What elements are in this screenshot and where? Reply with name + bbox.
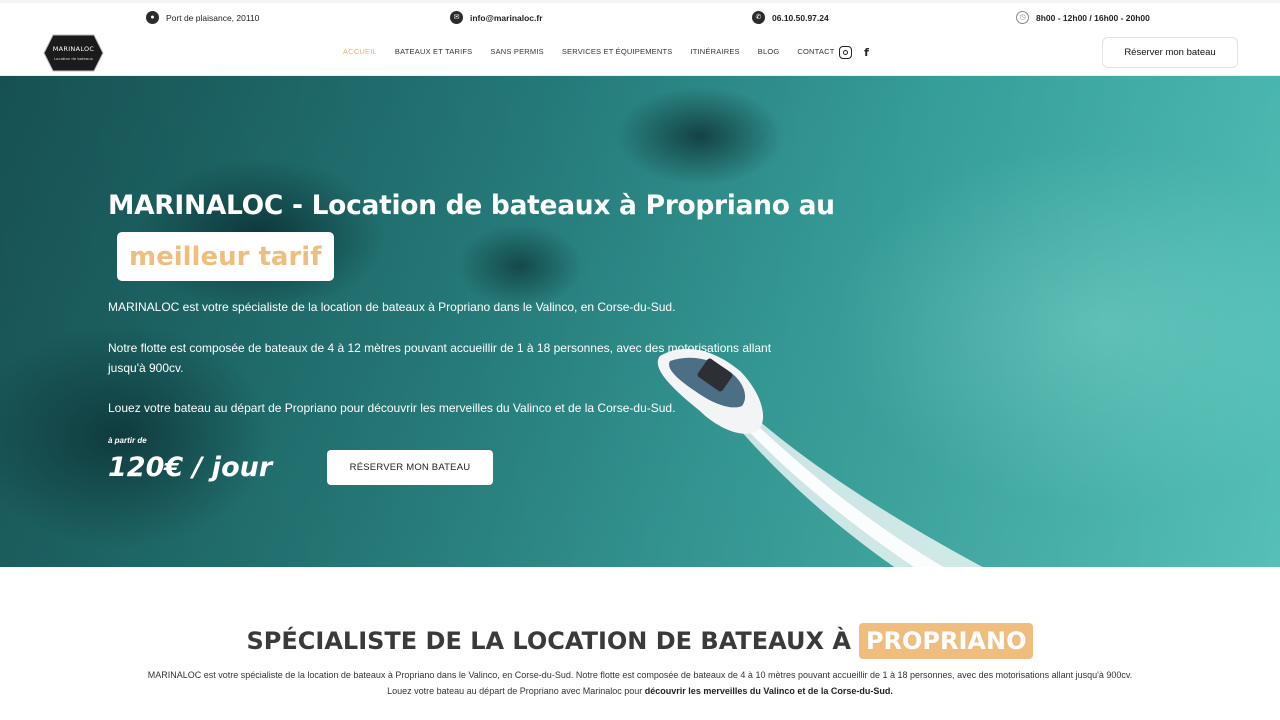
nav-item-blog[interactable]: BLOG xyxy=(758,47,780,56)
email-link[interactable]: info@marinaloc.fr xyxy=(470,13,543,23)
hero-paragraph-1: MARINALOC est votre spécialiste de la lo… xyxy=(108,300,676,314)
instagram-icon[interactable] xyxy=(839,46,852,59)
reserve-boat-hero-button[interactable]: RÉSERVER MON BATEAU xyxy=(327,450,493,485)
site-header: MARINALOC Location de bateaux ACCUEIL BA… xyxy=(0,30,1280,76)
nav-item-bateaux-et-tarifs[interactable]: BATEAUX ET TARIFS xyxy=(395,47,472,56)
hero-section: MARINALOC - Location de bateaux à Propri… xyxy=(0,76,1280,567)
address-text: Port de plaisance, 20110 xyxy=(166,12,260,23)
top-info-bar: ● Port de plaisance, 20110 ✉ info@marina… xyxy=(0,0,1280,30)
nav-item-contact[interactable]: CONTACT xyxy=(797,47,834,56)
phone-link[interactable]: 06.10.50.97.24 xyxy=(772,13,829,23)
mail-icon: ✉ xyxy=(450,11,463,24)
section-text-bold: découvrir les merveilles du Valinco et d… xyxy=(644,685,893,696)
section-title-highlight: PROPRIANO xyxy=(858,623,1034,659)
nav-item-accueil[interactable]: ACCUEIL xyxy=(343,47,377,56)
section-description: MARINALOC est votre spécialiste de la lo… xyxy=(140,668,1140,699)
hero-highlight-text: meilleur tarif xyxy=(129,241,322,272)
reserve-boat-header-button[interactable]: Réserver mon bateau xyxy=(1102,37,1238,68)
clock-icon: ◷ xyxy=(1016,11,1029,24)
logo-name: MARINALOC xyxy=(52,45,95,53)
facebook-icon[interactable]: f xyxy=(860,46,873,59)
section-text: MARINALOC est votre spécialiste de la lo… xyxy=(147,670,1133,696)
section-title: SPÉCIALISTE DE LA LOCATION DE BATEAUX À … xyxy=(0,623,1280,659)
main-nav: ACCUEIL BATEAUX ET TARIFS SANS PERMIS SE… xyxy=(343,47,853,56)
price-prefix: à partir de xyxy=(108,436,147,445)
hero-highlight-badge: meilleur tarif xyxy=(117,232,334,281)
hero-paragraph-2: Notre flotte est composée de bateaux de … xyxy=(108,341,772,375)
nav-item-services[interactable]: SERVICES ET ÉQUIPEMENTS xyxy=(562,47,673,56)
logo-badge-shape xyxy=(43,34,104,72)
phone-info[interactable]: ✆ 06.10.50.97.24 xyxy=(752,11,829,24)
address-info: ● Port de plaisance, 20110 xyxy=(146,11,259,24)
section-title-text: SPÉCIALISTE DE LA LOCATION DE BATEAUX À xyxy=(246,627,851,655)
nav-item-itineraires[interactable]: ITINÉRAIRES xyxy=(690,47,739,56)
email-info[interactable]: ✉ info@marinaloc.fr xyxy=(450,11,543,24)
marinaloc-logo[interactable]: MARINALOC Location de bateaux xyxy=(43,34,104,72)
hero-title: MARINALOC - Location de bateaux à Propri… xyxy=(108,190,835,221)
logo-tagline: Location de bateaux xyxy=(54,56,93,61)
nav-item-sans-permis[interactable]: SANS PERMIS xyxy=(490,47,543,56)
location-pin-icon: ● xyxy=(146,11,159,24)
phone-icon: ✆ xyxy=(752,11,765,24)
hero-paragraph-3: Louez votre bateau au départ de Proprian… xyxy=(108,401,676,415)
hours-text: 8h00 - 12h00 / 16h00 - 20h00 xyxy=(1036,12,1150,23)
price-value: 120€ / jour xyxy=(108,452,273,483)
hours-info: ◷ 8h00 - 12h00 / 16h00 - 20h00 xyxy=(1016,11,1150,24)
hero-overlay xyxy=(0,76,1280,567)
